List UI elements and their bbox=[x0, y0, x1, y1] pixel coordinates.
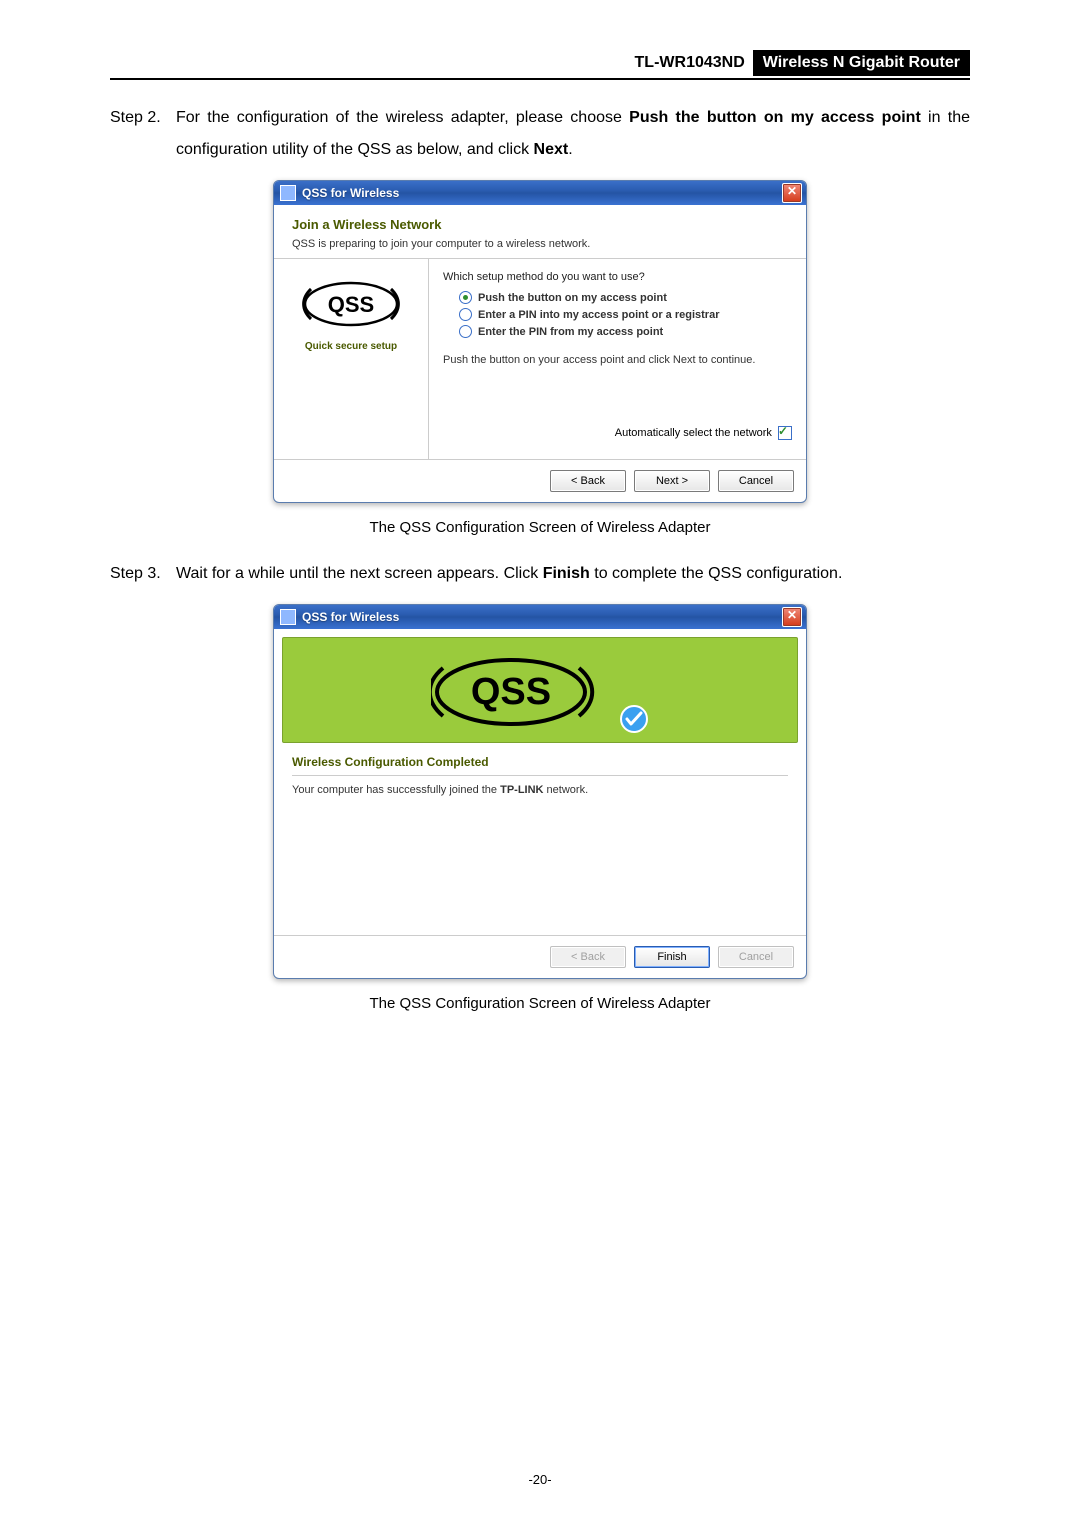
back-button[interactable]: < Back bbox=[550, 470, 626, 492]
text: to complete the QSS configuration. bbox=[590, 565, 843, 582]
dialog-footer: < Back Next > Cancel bbox=[274, 459, 806, 502]
dialog-heading: Join a Wireless Network bbox=[292, 217, 788, 232]
instruction-text: Push the button on your access point and… bbox=[443, 354, 792, 366]
svg-text:QSS: QSS bbox=[471, 671, 551, 713]
setup-prompt: Which setup method do you want to use? bbox=[443, 271, 792, 283]
titlebar[interactable]: QSS for Wireless ✕ bbox=[274, 181, 806, 205]
cancel-button[interactable]: Cancel bbox=[718, 470, 794, 492]
dialog-subheading: QSS is preparing to join your computer t… bbox=[292, 238, 788, 250]
finish-button[interactable]: Finish bbox=[634, 946, 710, 968]
close-icon[interactable]: ✕ bbox=[782, 183, 802, 203]
dialog-sidebar: QSS Quick secure setup bbox=[274, 259, 429, 459]
radio-enter-pin-from-ap[interactable]: Enter the PIN from my access point bbox=[459, 325, 792, 338]
radio-unselected-icon bbox=[459, 308, 472, 321]
radio-label: Enter a PIN into my access point or a re… bbox=[478, 309, 719, 321]
back-button: < Back bbox=[550, 946, 626, 968]
auto-select-row: Automatically select the network bbox=[443, 426, 792, 440]
text: network. bbox=[544, 784, 589, 796]
app-icon bbox=[280, 609, 296, 625]
window-title: QSS for Wireless bbox=[302, 610, 782, 624]
page-number: -20- bbox=[0, 1472, 1080, 1487]
cancel-button: Cancel bbox=[718, 946, 794, 968]
window-title: QSS for Wireless bbox=[302, 186, 782, 200]
page-header: TL-WR1043NDWireless N Gigabit Router bbox=[110, 50, 970, 80]
bold-text: Next bbox=[534, 141, 569, 158]
step-3: Step 3. Wait for a while until the next … bbox=[110, 558, 970, 590]
text: . bbox=[568, 141, 572, 158]
complete-heading: Wireless Configuration Completed bbox=[292, 755, 788, 776]
text: Wait for a while until the next screen a… bbox=[176, 565, 543, 582]
model-number: TL-WR1043ND bbox=[627, 50, 753, 76]
success-check-icon bbox=[619, 704, 649, 734]
qss-dialog-complete: QSS for Wireless ✕ QSS bbox=[273, 604, 807, 979]
next-button[interactable]: Next > bbox=[634, 470, 710, 492]
step-2: Step 2. For the configuration of the wir… bbox=[110, 102, 970, 166]
qss-logo-large-icon: QSS bbox=[431, 683, 615, 700]
complete-message: Your computer has successfully joined th… bbox=[292, 784, 788, 796]
qss-dialog-setup: QSS for Wireless ✕ Join a Wireless Netwo… bbox=[273, 180, 807, 503]
auto-select-label: Automatically select the network bbox=[615, 427, 772, 439]
radio-label: Enter the PIN from my access point bbox=[478, 326, 663, 338]
qss-logo-icon: QSS bbox=[301, 277, 401, 331]
figure-caption-2: The QSS Configuration Screen of Wireless… bbox=[110, 995, 970, 1012]
sidebar-caption: Quick secure setup bbox=[282, 341, 420, 352]
bold-text: Finish bbox=[543, 565, 590, 582]
close-icon[interactable]: ✕ bbox=[782, 607, 802, 627]
step-3-text: Wait for a while until the next screen a… bbox=[176, 558, 970, 590]
network-name: TP-LINK bbox=[500, 784, 543, 796]
radio-enter-pin-ap[interactable]: Enter a PIN into my access point or a re… bbox=[459, 308, 792, 321]
success-banner: QSS bbox=[282, 637, 798, 743]
text: For the configuration of the wireless ad… bbox=[176, 109, 629, 126]
radio-push-button[interactable]: Push the button on my access point bbox=[459, 291, 792, 304]
step-2-text: For the configuration of the wireless ad… bbox=[176, 102, 970, 166]
auto-select-checkbox[interactable] bbox=[778, 426, 792, 440]
figure-caption-1: The QSS Configuration Screen of Wireless… bbox=[110, 519, 970, 536]
dialog-footer: < Back Finish Cancel bbox=[274, 935, 806, 978]
radio-selected-icon bbox=[459, 291, 472, 304]
product-tagline: Wireless N Gigabit Router bbox=[753, 50, 970, 76]
app-icon bbox=[280, 185, 296, 201]
step-3-label: Step 3. bbox=[110, 558, 176, 590]
step-2-label: Step 2. bbox=[110, 102, 176, 166]
titlebar[interactable]: QSS for Wireless ✕ bbox=[274, 605, 806, 629]
radio-unselected-icon bbox=[459, 325, 472, 338]
radio-label: Push the button on my access point bbox=[478, 292, 667, 304]
bold-text: Push the button on my access point bbox=[629, 109, 921, 126]
text: Your computer has successfully joined th… bbox=[292, 784, 500, 796]
svg-text:QSS: QSS bbox=[328, 292, 374, 317]
